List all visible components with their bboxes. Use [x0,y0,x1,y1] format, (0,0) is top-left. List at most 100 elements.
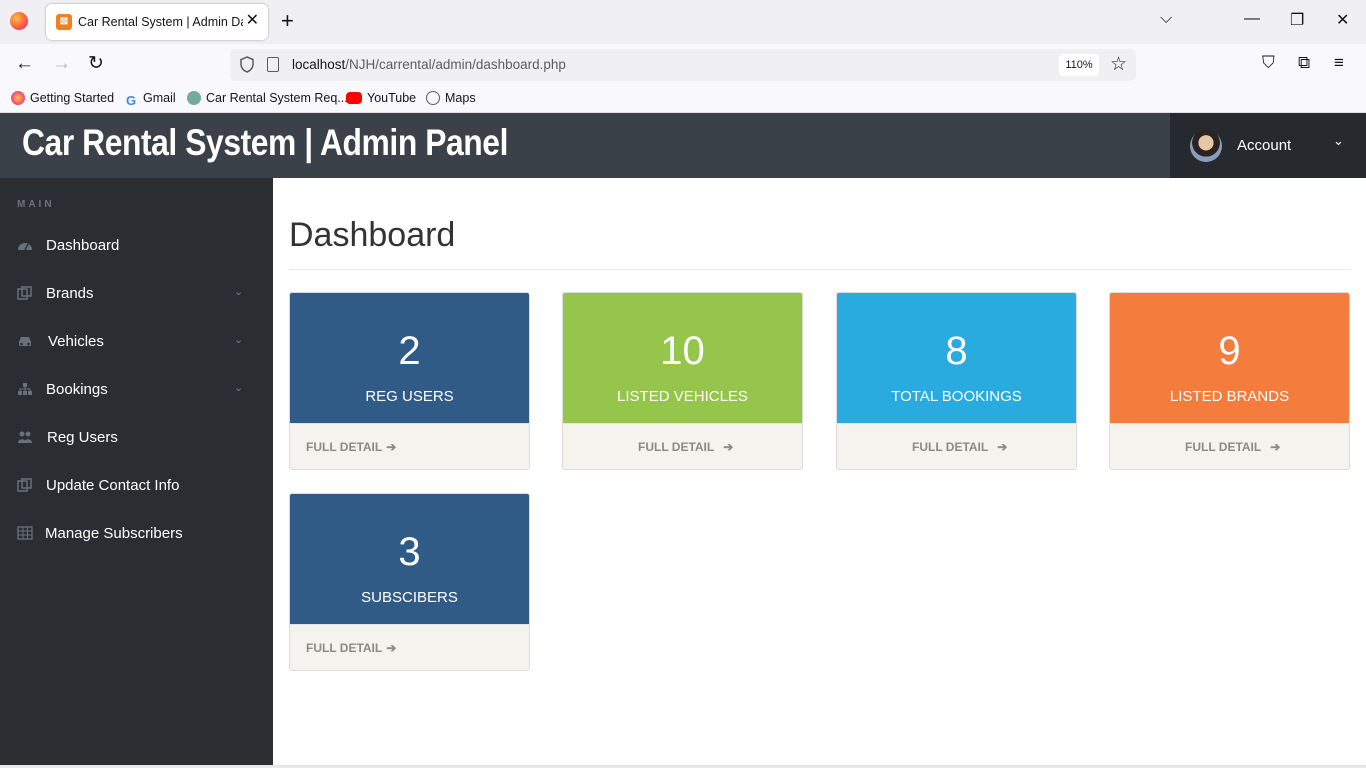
stat-label: SUBSCIBERS [361,589,458,606]
pocket-icon[interactable]: ⛉ [1262,53,1275,73]
restore-icon[interactable]: ❐ [1290,10,1304,30]
sidebar-item-update-contact-info[interactable]: Update Contact Info [0,462,273,510]
arrow-right-icon: ➔ [386,440,397,454]
xampp-favicon-icon: ⊠ [56,14,72,30]
back-icon[interactable]: ← [15,54,34,74]
stat-value: 3 [398,530,421,574]
stat-card-footer: FULL DETAIL ➔ [563,423,802,469]
bookmark-maps[interactable]: Maps [426,91,476,105]
stat-card-reg-users: 2 REG USERS FULL DETAIL ➔ [289,292,530,470]
stat-card-footer: FULL DETAIL ➔ [290,624,529,670]
full-detail-link[interactable]: FULL DETAIL ➔ [306,641,396,655]
full-detail-link[interactable]: FULL DETAIL ➔ [306,440,396,454]
sidebar-item-brands[interactable]: Brands ⌄ [0,270,273,318]
copy-icon [17,286,32,300]
stat-value: 10 [660,329,705,373]
stat-label: LISTED BRANDS [1169,388,1290,405]
avatar[interactable] [1190,130,1222,162]
full-detail-link[interactable]: FULL DETAIL ➔ [638,440,733,454]
stat-card-footer: FULL DETAIL ➔ [837,423,1076,469]
menu-icon[interactable]: ≡ [1334,53,1344,73]
stat-value: 9 [1218,329,1241,373]
chevron-down-icon[interactable]: ⌄ [1333,133,1344,149]
youtube-icon [346,92,362,104]
stat-card-total-bookings: 8 TOTAL BOOKINGS FULL DETAIL ➔ [836,292,1077,470]
close-tab-icon[interactable]: ✕ [246,12,259,30]
url-bar[interactable]: localhost/NJH/carrental/admin/dashboard.… [230,49,1136,81]
reload-icon[interactable]: ↻ [88,54,104,74]
account-menu[interactable]: Account ⌄ [1170,113,1366,178]
bookmark-youtube[interactable]: YouTube [346,91,416,105]
sidebar-item-bookings[interactable]: Bookings ⌄ [0,366,273,414]
sidebar-item-dashboard[interactable]: Dashboard [0,222,273,270]
stat-card-listed-brands: 9 LISTED BRANDS FULL DETAIL ➔ [1109,292,1350,470]
shield-icon[interactable] [240,56,254,73]
arrow-right-icon: ➔ [1270,440,1281,454]
chevron-down-icon: ⌄ [234,382,244,394]
browser-nav-bar: ← → ↻ localhost/NJH/carrental/admin/dash… [0,44,1366,86]
stat-value: 2 [398,329,421,373]
arrow-right-icon: ➔ [997,440,1008,454]
stat-card-body: 2 REG USERS [290,293,529,423]
bookmark-getting-started[interactable]: Getting Started [11,91,114,105]
sidebar-heading: MAIN [17,199,55,210]
stat-label: REG USERS [365,388,454,405]
full-detail-link[interactable]: FULL DETAIL ➔ [912,440,1007,454]
bookmark-gmail[interactable]: G Gmail [124,91,176,108]
stat-card-subscribers: 3 SUBSCIBERS FULL DETAIL ➔ [289,493,530,671]
users-icon [18,431,32,443]
list-tabs-icon[interactable]: ⌵ [1160,10,1172,28]
bookmark-car-rental[interactable]: Car Rental System Req... [187,91,348,105]
sidebar-item-label: Brands [46,285,94,302]
bookmarks-bar: Getting Started G Gmail Car Rental System… [0,86,1366,113]
browser-tab-bar: ⊠ Car Rental System | Admin Dasl ✕ + ⌵ —… [0,0,1366,44]
copy-icon [17,478,32,492]
globe-icon [426,91,440,105]
google-icon: G [125,93,137,108]
app-header: Car Rental System | Admin Panel Account … [0,113,1366,178]
bookmark-star-icon[interactable]: ☆ [1110,53,1127,76]
main-content: Dashboard 2 REG USERS FULL DETAIL ➔ 10 LI… [273,178,1366,768]
sidebar-item-label: Update Contact Info [46,477,180,494]
chevron-down-icon: ⌄ [234,334,244,346]
minimize-icon[interactable]: — [1244,10,1260,28]
stat-value: 8 [945,329,968,373]
full-detail-link[interactable]: FULL DETAIL ➔ [1185,440,1280,454]
car-icon [19,337,31,346]
stat-card-listed-vehicles: 10 LISTED VEHICLES FULL DETAIL ➔ [562,292,803,470]
sitemap-icon [18,383,32,395]
sidebar-item-reg-users[interactable]: Reg Users [0,414,273,462]
firefox-icon[interactable] [10,12,28,30]
app-title[interactable]: Car Rental System | Admin Panel [22,117,508,169]
account-label[interactable]: Account [1237,137,1291,154]
sidebar: MAIN Dashboard Brands ⌄ Vehicles ⌄ Booki… [0,178,273,768]
sidebar-item-label: Dashboard [46,237,120,254]
table-icon [17,526,33,540]
close-window-icon[interactable]: ✕ [1336,10,1349,30]
firefox-icon [11,91,25,105]
sidebar-item-label: Vehicles [48,333,104,350]
stat-card-body: 8 TOTAL BOOKINGS [837,293,1076,423]
stat-card-body: 9 LISTED BRANDS [1110,293,1349,423]
stat-card-footer: FULL DETAIL ➔ [1110,423,1349,469]
arrow-right-icon: ➔ [386,641,397,655]
extensions-icon[interactable]: ⧉ [1298,53,1310,73]
stat-label: LISTED VEHICLES [617,388,748,405]
arrow-right-icon: ➔ [723,440,734,454]
stat-card-body: 3 SUBSCIBERS [290,494,529,624]
tab-title: Car Rental System | Admin Dasl [78,15,243,29]
stat-card-footer: FULL DETAIL ➔ [290,423,529,469]
chevron-down-icon: ⌄ [234,286,244,298]
sidebar-item-vehicles[interactable]: Vehicles ⌄ [0,318,273,366]
stat-label: TOTAL BOOKINGS [891,388,1022,405]
browser-tab[interactable]: ⊠ Car Rental System | Admin Dasl ✕ [46,4,268,40]
new-tab-icon[interactable]: + [281,9,294,33]
sidebar-item-label: Reg Users [47,429,118,446]
forward-icon[interactable]: → [52,54,71,74]
dashboard-icon [18,243,32,251]
sidebar-item-manage-subscribers[interactable]: Manage Subscribers [0,510,273,558]
zoom-level-badge[interactable]: 110% [1059,54,1099,76]
page-icon[interactable] [267,57,279,72]
url-text[interactable]: localhost/NJH/carrental/admin/dashboard.… [292,57,566,72]
page-title: Dashboard [289,216,456,254]
